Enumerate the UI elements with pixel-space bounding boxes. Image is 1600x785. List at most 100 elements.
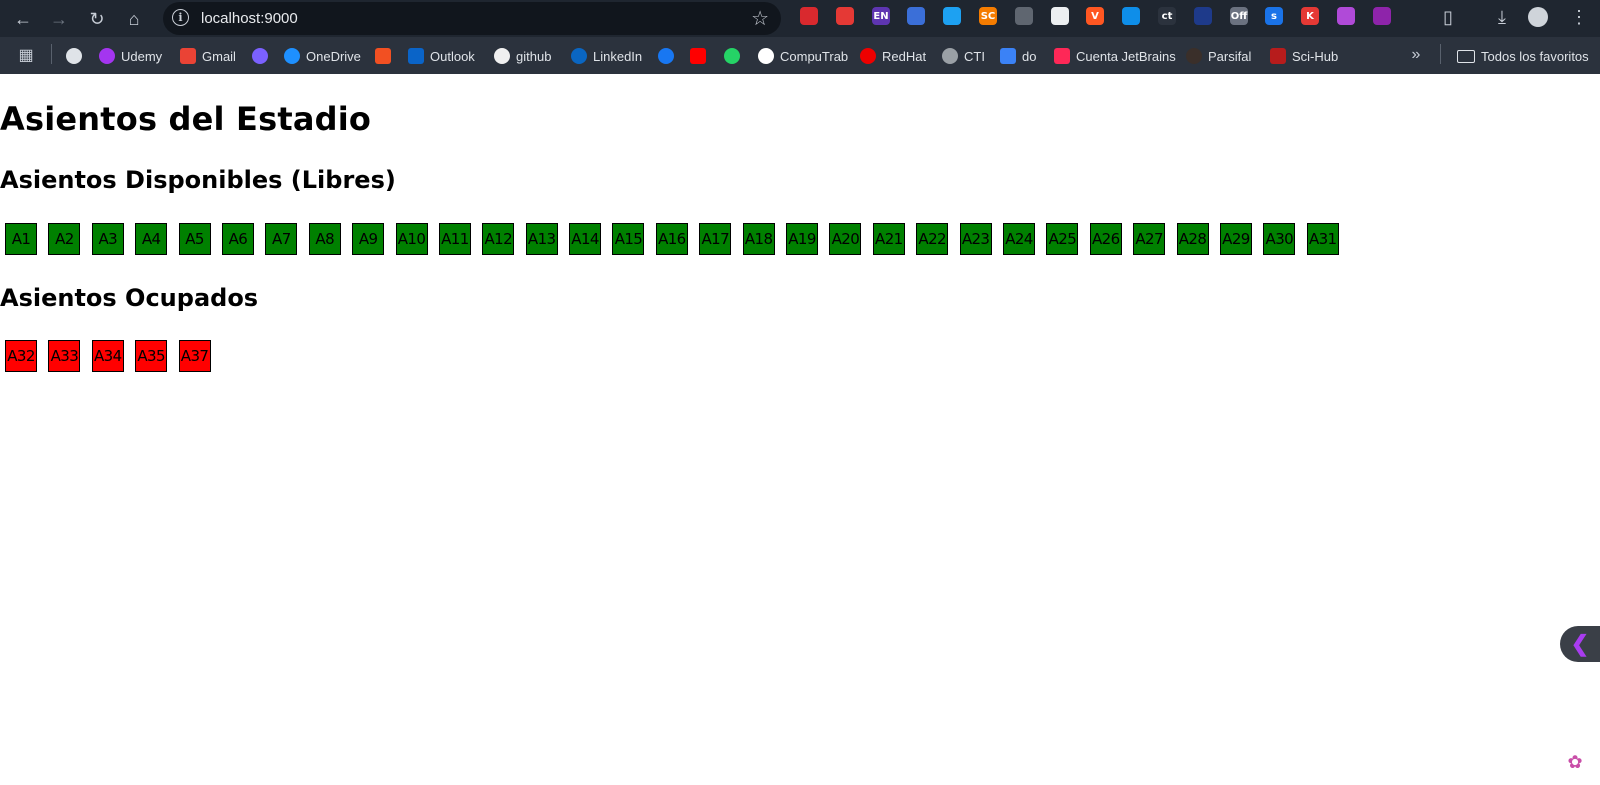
- v-icon[interactable]: V: [1086, 7, 1104, 25]
- back-arrow-icon[interactable]: ←: [8, 4, 38, 34]
- available-seat[interactable]: A13: [525, 223, 558, 255]
- bookmark-computrab[interactable]: CompuTrab: [758, 45, 848, 67]
- available-seat[interactable]: A20: [829, 223, 862, 255]
- edge-icon[interactable]: [1122, 7, 1140, 25]
- available-seat[interactable]: A12: [482, 223, 515, 255]
- outlook-icon: [408, 48, 424, 64]
- forward-arrow-icon[interactable]: →: [44, 4, 74, 34]
- bookmark-scihub[interactable]: Sci-Hub: [1270, 45, 1338, 67]
- bookmark-vivaldi[interactable]: [66, 45, 88, 67]
- bookmark-onedrive[interactable]: OneDrive: [284, 45, 361, 67]
- bookmark-sd[interactable]: do: [1000, 45, 1036, 67]
- available-seat[interactable]: A31: [1306, 223, 1339, 255]
- bookmark-outlook[interactable]: Outlook: [408, 45, 475, 67]
- claude-sidebar-icon[interactable]: ❮: [1560, 626, 1600, 662]
- available-seat[interactable]: A7: [265, 223, 298, 255]
- bookmark-label: Udemy: [121, 48, 163, 64]
- available-seat[interactable]: A19: [786, 223, 819, 255]
- mendeley-icon[interactable]: [800, 7, 818, 25]
- puzzle-icon[interactable]: ▯: [1436, 5, 1460, 29]
- download-icon[interactable]: ⤓: [1490, 5, 1514, 29]
- available-seat[interactable]: A5: [178, 223, 211, 255]
- bookmark-star-icon[interactable]: ☆: [751, 6, 769, 31]
- copilot-icon: [252, 48, 268, 64]
- available-seat[interactable]: A4: [135, 223, 168, 255]
- available-seat[interactable]: A18: [742, 223, 775, 255]
- available-seat[interactable]: A25: [1046, 223, 1079, 255]
- hand-stop-icon[interactable]: [836, 7, 854, 25]
- k-icon[interactable]: K: [1301, 7, 1319, 25]
- bookmark-youtube[interactable]: [690, 45, 712, 67]
- available-seat[interactable]: A1: [5, 223, 37, 255]
- chevron-more-icon[interactable]: »: [1404, 43, 1428, 67]
- url-text[interactable]: localhost:9000: [201, 10, 298, 27]
- available-seat[interactable]: A8: [308, 223, 341, 255]
- claude-icon[interactable]: [1373, 7, 1391, 25]
- bookmark-facebook[interactable]: [658, 45, 680, 67]
- available-seats-row: A1 A2 A3 A4 A5 A6 A7 A8 A9 A10 A11 A12 A13 A14 A15 A16 A…: [5, 223, 1350, 255]
- available-seat[interactable]: A15: [612, 223, 645, 255]
- brain-icon[interactable]: [1337, 7, 1355, 25]
- bookmark-linkedin[interactable]: LinkedIn: [571, 45, 642, 67]
- off-icon[interactable]: Off: [1230, 7, 1248, 25]
- available-seat[interactable]: A24: [1002, 223, 1035, 255]
- s-icon[interactable]: s: [1265, 7, 1283, 25]
- ghost-icon[interactable]: [1051, 7, 1069, 25]
- available-seat[interactable]: A30: [1263, 223, 1296, 255]
- available-seat[interactable]: A21: [872, 223, 905, 255]
- avatar[interactable]: [1526, 5, 1550, 29]
- available-seat[interactable]: A28: [1176, 223, 1209, 255]
- translate-icon[interactable]: EN: [872, 7, 890, 25]
- trophy-icon: [1186, 48, 1202, 64]
- brain-widget-icon[interactable]: ✿: [1560, 747, 1590, 777]
- available-seat[interactable]: A26: [1089, 223, 1122, 255]
- bookmark-redhat[interactable]: RedHat: [860, 45, 926, 67]
- bookmark-jetbrains[interactable]: Cuenta JetBrains: [1054, 45, 1176, 67]
- available-seat[interactable]: A14: [569, 223, 602, 255]
- all-favorites-folder[interactable]: Todos los favoritos: [1457, 45, 1589, 67]
- available-seat[interactable]: A27: [1133, 223, 1166, 255]
- available-seat[interactable]: A9: [352, 223, 385, 255]
- sc-icon[interactable]: SC: [979, 7, 997, 25]
- address-bar[interactable]: i localhost:9000 ☆: [163, 2, 781, 35]
- browser-toolbar: ← → ↻ ⌂ i localhost:9000 ☆ EN SC Vct Off s K …: [0, 0, 1600, 37]
- available-seat[interactable]: A3: [91, 223, 124, 255]
- bookmark-microsoft[interactable]: [375, 45, 397, 67]
- occupied-seat[interactable]: A32: [5, 340, 37, 372]
- bookmark-udemy[interactable]: Udemy: [99, 45, 162, 67]
- bookmark-github[interactable]: github: [494, 45, 551, 67]
- bookmark-trophy[interactable]: Parsifal: [1186, 45, 1251, 67]
- site-info-icon[interactable]: i: [172, 9, 189, 26]
- home-icon[interactable]: ⌂: [119, 4, 149, 34]
- reload-icon[interactable]: ↻: [82, 4, 112, 34]
- more-menu-icon[interactable]: ⋮: [1567, 5, 1591, 29]
- apps-grid-icon[interactable]: ▦: [14, 43, 38, 67]
- bookmark-globe[interactable]: CTI: [942, 45, 985, 67]
- available-seat[interactable]: A17: [699, 223, 732, 255]
- available-seat[interactable]: A29: [1219, 223, 1252, 255]
- delta-icon[interactable]: [1194, 7, 1212, 25]
- microsoft-icon: [375, 48, 391, 64]
- occupied-seat[interactable]: A35: [135, 340, 168, 372]
- redhat-icon: [860, 48, 876, 64]
- bookmark-label: Outlook: [430, 48, 475, 64]
- occupied-seat[interactable]: A37: [178, 340, 211, 372]
- available-seat[interactable]: A10: [395, 223, 428, 255]
- available-seat[interactable]: A22: [916, 223, 949, 255]
- bookmark-label: RedHat: [882, 48, 927, 64]
- whatsapp-icon: [724, 48, 740, 64]
- document-icon[interactable]: [1015, 7, 1033, 25]
- available-seat[interactable]: A11: [438, 223, 471, 255]
- available-seat[interactable]: A16: [655, 223, 688, 255]
- ct-icon[interactable]: ct: [1158, 7, 1176, 25]
- occupied-seat[interactable]: A33: [48, 340, 81, 372]
- available-seat[interactable]: A6: [221, 223, 254, 255]
- bookmark-gmail[interactable]: Gmail: [180, 45, 236, 67]
- available-seat[interactable]: A23: [959, 223, 992, 255]
- bird-icon[interactable]: [943, 7, 961, 25]
- bookmark-copilot[interactable]: [252, 45, 274, 67]
- bookmark-whatsapp[interactable]: [724, 45, 746, 67]
- occupied-seat[interactable]: A34: [91, 340, 124, 372]
- shield-icon[interactable]: [907, 7, 925, 25]
- available-seat[interactable]: A2: [48, 223, 81, 255]
